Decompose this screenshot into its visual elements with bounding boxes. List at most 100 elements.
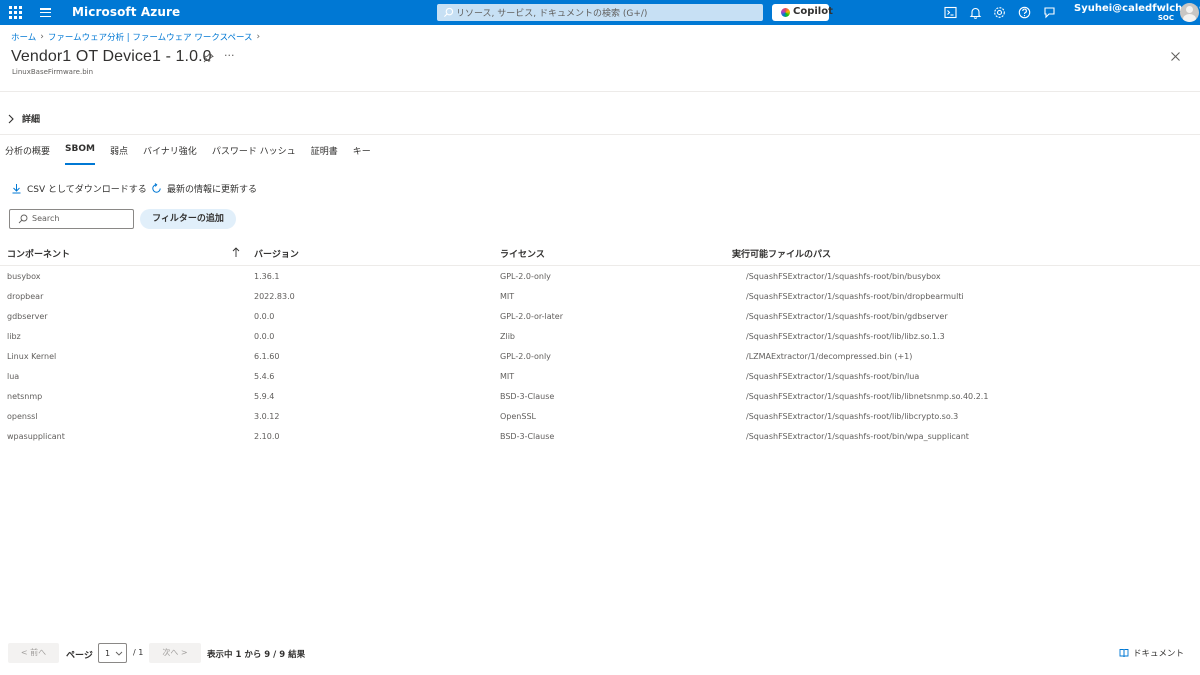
documentation-link[interactable]: ドキュメント (1119, 647, 1184, 659)
table-row[interactable]: lua 5.4.6 MIT/SquashFSExtractor/1/squashfs… (0, 367, 1200, 387)
account-menu[interactable]: Syuhei@caledfwlch.t··· SOC (1074, 3, 1200, 22)
close-icon[interactable] (1170, 51, 1181, 62)
sort-ascending-icon[interactable] (231, 246, 241, 258)
cell-version: 0.0.0 (254, 312, 275, 321)
tab-weaknesses[interactable]: 弱点 (110, 144, 128, 162)
tab-bar: 分析の概要 SBOM 弱点 バイナリ強化 パスワード ハッシュ 証明書 キー (5, 144, 386, 165)
prev-page-button[interactable]: < 前へ (8, 643, 59, 663)
tab-overview[interactable]: 分析の概要 (5, 144, 50, 162)
cell-path: /SquashFSExtractor/1/squashfs-root/bin/b… (746, 272, 941, 281)
column-header-component[interactable]: コンポーネント (7, 247, 70, 260)
table-row[interactable]: wpasupplicant 2.10.0 BSD-3-Clause/SquashFS… (0, 427, 1200, 447)
next-page-button[interactable]: 次へ > (149, 643, 201, 663)
table-row[interactable]: gdbserver 0.0.0 GPL-2.0-or-later/SquashFSE… (0, 307, 1200, 327)
cell-path: /LZMAExtractor/1/decompressed.bin (+1) (746, 352, 913, 361)
cell-license: OpenSSL (500, 412, 536, 421)
breadcrumb: ホーム › ファームウェア分析 | ファームウェア ワークスペース › (11, 31, 264, 43)
cell-path: /SquashFSExtractor/1/squashfs-root/bin/d… (746, 292, 964, 301)
tab-sbom[interactable]: SBOM (65, 144, 95, 165)
table-row[interactable]: libz 0.0.0 Zlib/SquashFSExtractor/1/squash… (0, 327, 1200, 347)
page-select-value: 1 (105, 649, 111, 658)
search-icon (443, 7, 454, 18)
copilot-icon (781, 8, 790, 17)
cell-license: BSD-3-Clause (500, 432, 555, 441)
table-row[interactable]: Linux Kernel 6.1.60 GPL-2.0-only/LZMAExtra… (0, 347, 1200, 367)
divider (0, 91, 1200, 92)
notifications-icon[interactable] (969, 6, 982, 19)
breadcrumb-workspace[interactable]: ファームウェア分析 | ファームウェア ワークスペース (48, 31, 253, 43)
page-subtitle: LinuxBaseFirmware.bin (12, 68, 94, 76)
feedback-icon[interactable] (1043, 6, 1056, 19)
add-filter-button[interactable]: フィルターの追加 (140, 209, 236, 229)
page-select[interactable]: 1 (98, 643, 127, 663)
documentation-label: ドキュメント (1133, 649, 1185, 659)
breadcrumb-home[interactable]: ホーム (11, 31, 36, 43)
chevron-down-icon (115, 651, 123, 656)
column-header-license[interactable]: ライセンス (500, 247, 545, 260)
table-row[interactable]: openssl 3.0.12 OpenSSL/SquashFSExtractor/1… (0, 407, 1200, 427)
cell-version: 3.0.12 (254, 412, 280, 421)
cell-license: Zlib (500, 332, 516, 341)
column-header-version[interactable]: バージョン (254, 247, 299, 260)
tab-password-hashes[interactable]: パスワード ハッシュ (212, 144, 296, 162)
search-placeholder: Search (32, 214, 60, 223)
cell-component: lua (7, 372, 20, 381)
table-row[interactable]: netsnmp 5.9.4 BSD-3-Clause/SquashFSExtract… (0, 387, 1200, 407)
tab-certificates[interactable]: 証明書 (311, 144, 338, 162)
cell-component: netsnmp (7, 392, 43, 401)
hamburger-menu-icon[interactable] (40, 8, 51, 18)
tab-keys[interactable]: キー (353, 144, 371, 162)
details-toggle[interactable]: 詳細 (7, 112, 40, 125)
user-name: Syuhei@caledfwlch.t··· (1074, 3, 1200, 14)
waffle-menu-icon[interactable] (9, 6, 22, 19)
help-icon[interactable] (1018, 6, 1031, 19)
table-row[interactable]: busybox 1.36.1 GPL-2.0-only/SquashFSExtrac… (0, 267, 1200, 287)
chevron-right-icon: › (256, 32, 261, 42)
table-header: コンポーネント バージョン ライセンス 実行可能ファイルのパス (0, 242, 1200, 266)
cell-component: dropbear (7, 292, 44, 301)
pin-icon[interactable] (203, 52, 214, 63)
cell-version: 2022.83.0 (254, 292, 295, 301)
download-csv-label: CSV としてダウンロードする (27, 185, 147, 195)
settings-icon[interactable] (993, 6, 1006, 19)
refresh-button[interactable]: 最新の情報に更新する (151, 182, 257, 195)
cell-license: BSD-3-Clause (500, 392, 555, 401)
cell-version: 6.1.60 (254, 352, 280, 361)
refresh-icon (152, 183, 161, 193)
cell-component: Linux Kernel (7, 352, 57, 361)
cell-component: gdbserver (7, 312, 48, 321)
cell-version: 2.10.0 (254, 432, 280, 441)
cell-path: /SquashFSExtractor/1/squashfs-root/lib/l… (746, 412, 959, 421)
cell-path: /SquashFSExtractor/1/squashfs-root/lib/l… (746, 392, 989, 401)
cell-path: /SquashFSExtractor/1/squashfs-root/lib/l… (746, 332, 945, 341)
cell-component: busybox (7, 272, 41, 281)
cell-version: 5.9.4 (254, 392, 275, 401)
global-search-input[interactable]: リソース, サービス, ドキュメントの検索 (G+/) (437, 4, 763, 21)
cell-version: 0.0.0 (254, 332, 275, 341)
results-summary: 表示中 1 から 9 / 9 結果 (207, 650, 306, 660)
cloud-shell-icon[interactable] (944, 6, 957, 19)
cell-path: /SquashFSExtractor/1/squashfs-root/bin/w… (746, 432, 969, 441)
copilot-button[interactable]: Copilot (772, 4, 833, 21)
avatar[interactable] (1180, 3, 1199, 22)
more-options-icon[interactable]: ··· (224, 49, 235, 62)
search-input[interactable]: Search (9, 209, 134, 229)
copilot-label: Copilot (793, 6, 833, 17)
download-csv-button[interactable]: CSV としてダウンロードする (11, 182, 147, 195)
table-row[interactable]: dropbear 2022.83.0 MIT/SquashFSExtractor/1… (0, 287, 1200, 307)
tab-binary-hardening[interactable]: バイナリ強化 (143, 144, 197, 162)
download-icon (12, 184, 21, 194)
column-header-executable-path[interactable]: 実行可能ファイルのパス (732, 247, 831, 260)
cell-license: GPL-2.0-only (500, 352, 551, 361)
cell-license: GPL-2.0-or-later (500, 312, 564, 321)
refresh-label: 最新の情報に更新する (167, 185, 258, 195)
divider (0, 134, 1200, 135)
user-org: SOC (1157, 14, 1174, 22)
brand-title[interactable]: Microsoft Azure (72, 5, 180, 19)
page-title: Vendor1 OT Device1 - 1.0.0 (11, 48, 212, 65)
cell-component: libz (7, 332, 21, 341)
search-icon (18, 214, 28, 224)
cell-license: MIT (500, 292, 515, 301)
top-bar: Microsoft Azure リソース, サービス, ドキュメントの検索 (G… (0, 0, 1200, 25)
cell-license: MIT (500, 372, 515, 381)
